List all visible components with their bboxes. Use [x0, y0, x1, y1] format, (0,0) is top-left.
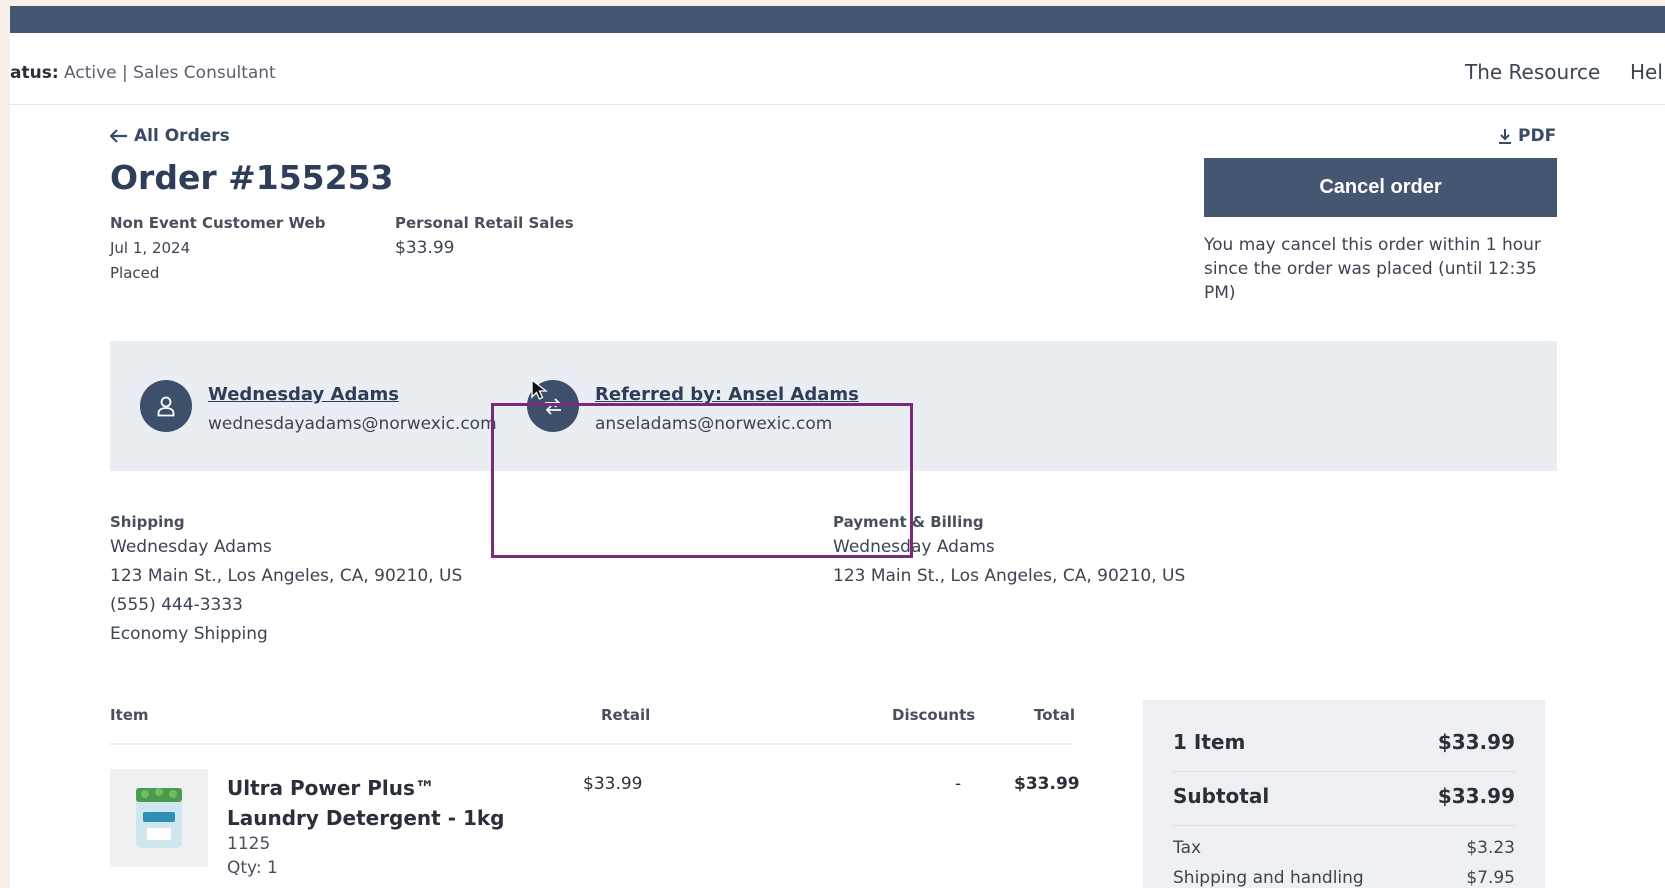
status-label: atus: [10, 63, 59, 83]
order-date: Jul 1, 2024 [110, 239, 191, 257]
item-total: $33.99 [1014, 774, 1080, 794]
status-bar: atus: Active | Sales Consultant The Reso… [10, 33, 1665, 105]
billing-heading: Payment & Billing [833, 513, 984, 531]
customer-name-link[interactable]: Wednesday Adams [208, 384, 399, 405]
all-orders-label: All Orders [134, 126, 230, 146]
col-header-discounts: Discounts [892, 706, 976, 724]
cancel-order-button[interactable]: Cancel order [1204, 158, 1557, 217]
col-header-total: Total [1034, 706, 1075, 724]
summary-tax-value: $3.23 [1466, 838, 1515, 858]
nav-the-resource-link[interactable]: The Resource [1465, 60, 1600, 84]
customer-email: wednesdayadams@norwexic.com [208, 414, 497, 434]
item-discount: - [955, 774, 962, 794]
customer-avatar [140, 380, 192, 432]
mouse-cursor-icon [531, 378, 548, 400]
summary-items-value: $33.99 [1437, 730, 1515, 754]
pdf-download-link[interactable]: PDF [1498, 126, 1556, 146]
retail-sales-meta: Personal Retail Sales $33.99 [395, 211, 574, 261]
table-divider [110, 743, 1073, 745]
shipping-block: Shipping Wednesday Adams 123 Main St., L… [110, 511, 462, 649]
status-text: atus: Active | Sales Consultant [10, 63, 276, 83]
summary-shipping-row: Shipping and handling $7.95 [1173, 868, 1515, 888]
summary-shipping-label: Shipping and handling [1173, 868, 1364, 888]
item-retail: $33.99 [583, 774, 643, 794]
top-bar [10, 6, 1665, 33]
summary-shipping-value: $7.95 [1466, 868, 1515, 888]
shipping-heading: Shipping [110, 513, 185, 531]
shipping-name: Wednesday Adams [110, 537, 272, 557]
order-state: Placed [110, 264, 160, 282]
shipping-phone: (555) 444-3333 [110, 595, 243, 615]
status-value: Active | Sales Consultant [64, 63, 276, 83]
retail-sales-value: $33.99 [395, 238, 455, 258]
summary-tax-row: Tax $3.23 [1173, 838, 1515, 858]
nav-help-link[interactable]: Hel [1630, 60, 1663, 84]
summary-subtotal-value: $33.99 [1437, 784, 1515, 808]
arrow-left-icon [110, 129, 127, 143]
shipping-address: 123 Main St., Los Angeles, CA, 90210, US [110, 566, 463, 586]
product-qty: Qty: 1 [227, 858, 278, 878]
referrer-name-link[interactable]: Referred by: Ansel Adams [595, 384, 859, 405]
summary-subtotal-row: Subtotal $33.99 [1173, 784, 1515, 808]
billing-block: Payment & Billing Wednesday Adams 123 Ma… [833, 511, 1185, 591]
pdf-label: PDF [1518, 126, 1557, 146]
order-page: atus: Active | Sales Consultant The Reso… [10, 6, 1665, 888]
summary-items-label: 1 Item [1173, 730, 1246, 754]
user-icon [157, 396, 175, 417]
all-orders-link[interactable]: All Orders [110, 126, 230, 146]
billing-address: 123 Main St., Los Angeles, CA, 90210, US [833, 566, 1186, 586]
detergent-bag-icon [136, 788, 182, 848]
billing-name: Wednesday Adams [833, 537, 995, 557]
product-name[interactable]: Ultra Power Plus™ Laundry Detergent - 1k… [227, 773, 527, 833]
order-meta: Non Event Customer Web Jul 1, 2024 Place… [110, 211, 325, 286]
order-summary: 1 Item $33.99 Subtotal $33.99 Tax $3.23 … [1143, 700, 1545, 888]
summary-divider [1173, 771, 1515, 772]
summary-items-row: 1 Item $33.99 [1173, 730, 1515, 754]
order-type: Non Event Customer Web [110, 214, 326, 232]
product-image [110, 769, 208, 867]
summary-subtotal-label: Subtotal [1173, 784, 1270, 808]
col-header-item: Item [110, 706, 149, 724]
download-icon [1499, 128, 1511, 144]
summary-divider [1173, 825, 1515, 826]
col-header-retail: Retail [601, 706, 651, 724]
cancel-note: You may cancel this order within 1 hour … [1204, 235, 1541, 303]
product-sku: 1125 [227, 834, 271, 854]
page-title: Order #155253 [110, 158, 394, 197]
shipping-method: Economy Shipping [110, 624, 268, 644]
summary-tax-label: Tax [1173, 838, 1202, 858]
retail-sales-label: Personal Retail Sales [395, 214, 574, 232]
